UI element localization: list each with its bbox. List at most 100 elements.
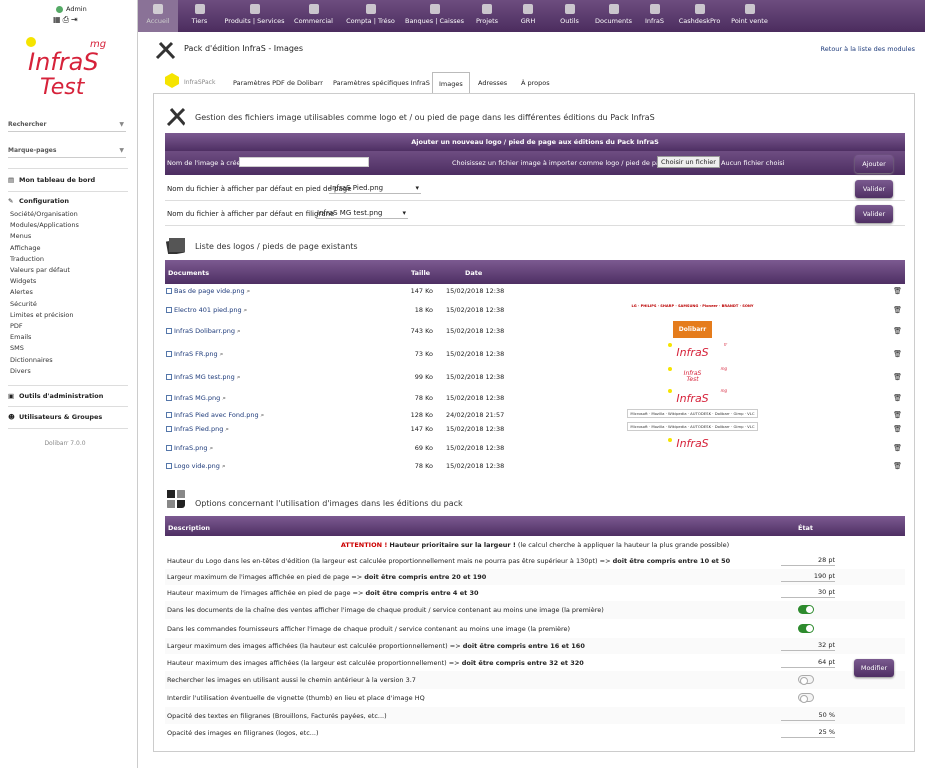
sidebar-item-config[interactable]: Sécurité	[10, 299, 79, 310]
tab-about[interactable]: À propos	[521, 72, 550, 94]
toggle-off-icon[interactable]	[798, 675, 814, 685]
tab-images[interactable]: Images	[432, 72, 470, 94]
search-select[interactable]: Rechercher ▼	[8, 118, 126, 132]
file-name-link[interactable]: InfraS MG.png ⌕	[166, 394, 226, 403]
back-to-modules-link[interactable]: Retour à la liste des modules	[821, 45, 915, 53]
file-name-link[interactable]: InfraS Dolibarr.png ⌕	[166, 327, 241, 336]
bookmarks-select[interactable]: Marque-pages ▼	[8, 144, 126, 158]
option-value-input[interactable]: 28 pt	[781, 556, 835, 566]
sidebar-item-config[interactable]: Widgets	[10, 276, 79, 287]
sidebar-item-admin-tools[interactable]: ▣ Outils d'administration	[8, 392, 103, 400]
preview-test-text: Test	[686, 376, 699, 383]
sidebar-item-config[interactable]: Menus	[10, 231, 79, 242]
option-value-input[interactable]: 50 %	[781, 711, 835, 721]
modify-button[interactable]: Modifier	[854, 659, 894, 677]
trash-icon[interactable]: 🗑	[893, 350, 902, 358]
footer-default-select[interactable]: InfraS Pied.png ▾	[329, 183, 421, 194]
trash-icon[interactable]: 🗑	[893, 394, 902, 402]
zoom-icon[interactable]: ⌕	[220, 462, 226, 470]
validate-footer-button[interactable]: Valider	[855, 180, 893, 198]
sidebar-item-config[interactable]: Limites et précision	[10, 310, 79, 321]
option-value-input[interactable]: 30 pt	[781, 588, 835, 598]
file-name-link[interactable]: InfraS FR.png ⌕	[166, 350, 223, 359]
watermark-default-select[interactable]: InfraS MG test.png ▾	[316, 208, 408, 219]
tab-addresses[interactable]: Adresses	[478, 72, 507, 94]
zoom-icon[interactable]: ⌕	[245, 287, 251, 295]
sidebar-item-users-groups[interactable]: ☻ Utilisateurs & Groupes	[8, 413, 102, 421]
tab-pdf-dolibarr[interactable]: Paramètres PDF de Dolibarr	[233, 72, 323, 94]
user-info[interactable]: Admin	[56, 5, 87, 13]
file-name-link[interactable]: InfraS Pied.png ⌕	[166, 425, 229, 434]
validate-watermark-button[interactable]: Valider	[855, 205, 893, 223]
sidebar-item-config[interactable]: Dictionnaires	[10, 355, 79, 366]
zoom-icon[interactable]: ⌕	[208, 444, 214, 452]
zoom-icon[interactable]: ⌕	[259, 411, 265, 419]
topnav-compta-tr-so[interactable]: Compta | Tréso	[339, 0, 402, 32]
sidebar-item-config[interactable]: Société/Organisation	[10, 209, 79, 220]
print-icon[interactable]: ⎙	[63, 15, 71, 24]
option-row: Rechercher les images en utilisant aussi…	[165, 671, 905, 689]
topnav-grh[interactable]: GRH	[507, 0, 549, 32]
image-file-icon	[166, 426, 172, 432]
trash-icon[interactable]: 🗑	[893, 373, 902, 381]
sidebar-item-config[interactable]: Affichage	[10, 243, 79, 254]
topnav-documents[interactable]: Documents	[590, 0, 637, 32]
file-name-link[interactable]: Logo vide.png ⌕	[166, 462, 226, 471]
trash-icon[interactable]: 🗑	[893, 462, 902, 470]
calculator-icon[interactable]: ▦	[53, 15, 63, 24]
zoom-icon[interactable]: ⌕	[218, 350, 224, 358]
file-name-link[interactable]: InfraS MG test.png ⌕	[166, 373, 241, 382]
add-button[interactable]: Ajouter	[855, 155, 893, 173]
file-name-link[interactable]: InfraS Pied avec Fond.png ⌕	[166, 411, 264, 420]
logout-icon[interactable]: ⇥	[71, 15, 80, 24]
sidebar-item-config[interactable]: Emails	[10, 332, 79, 343]
option-value-input[interactable]: 190 pt	[781, 572, 835, 582]
topnav-outils[interactable]: Outils	[549, 0, 590, 32]
sidebar-item-config[interactable]: SMS	[10, 343, 79, 354]
trash-icon[interactable]: 🗑	[893, 425, 902, 433]
file-name-link[interactable]: Bas de page vide.png ⌕	[166, 287, 250, 296]
file-name-link[interactable]: InfraS.png ⌕	[166, 444, 213, 453]
company-logo[interactable]: mg InfraS Test	[22, 34, 122, 98]
image-name-input[interactable]	[239, 157, 369, 167]
topnav-commercial[interactable]: Commercial	[288, 0, 339, 32]
sidebar-item-dashboard[interactable]: ▤ Mon tableau de bord	[8, 176, 95, 184]
topnav-infras[interactable]: InfraS	[637, 0, 672, 32]
topnav-banques-caisses[interactable]: Banques | Caisses	[402, 0, 467, 32]
option-value-input[interactable]: 64 pt	[781, 658, 835, 668]
sidebar-item-config[interactable]: Valeurs par défaut	[10, 265, 79, 276]
topnav-tiers[interactable]: Tiers	[178, 0, 221, 32]
trash-icon[interactable]: 🗑	[893, 306, 902, 314]
sidebar-item-configuration[interactable]: ✎ Configuration	[8, 197, 69, 205]
file-name-link[interactable]: Electro 401 pied.png ⌕	[166, 306, 247, 315]
toggle-off-icon[interactable]	[798, 693, 814, 703]
topnav-point-vente[interactable]: Point vente	[727, 0, 772, 32]
sidebar-item-config[interactable]: Modules/Applications	[10, 220, 79, 231]
topnav-produits-services[interactable]: Produits | Services	[221, 0, 288, 32]
zoom-icon[interactable]: ⌕	[235, 327, 241, 335]
tab-infras-params[interactable]: Paramètres spécifiques InfraS	[333, 72, 430, 94]
toggle-on-icon[interactable]	[798, 605, 814, 614]
sidebar-item-config[interactable]: Traduction	[10, 254, 79, 265]
zoom-icon[interactable]: ⌕	[223, 425, 229, 433]
trash-icon[interactable]: 🗑	[893, 411, 902, 419]
trash-icon[interactable]: 🗑	[893, 327, 902, 335]
toggle-on-icon[interactable]	[798, 623, 814, 633]
tab-infraspack[interactable]: InfraSPack	[184, 72, 215, 94]
zoom-icon[interactable]: ⌕	[235, 373, 241, 381]
trash-icon[interactable]: 🗑	[893, 287, 902, 295]
topnav-accueil[interactable]: Accueil	[138, 0, 178, 32]
zoom-icon[interactable]: ⌕	[220, 394, 226, 402]
topnav-label: InfraS	[644, 17, 665, 25]
sidebar-item-config[interactable]: Alertes	[10, 287, 79, 298]
topnav-cashdeskpro[interactable]: CashdeskPro	[672, 0, 727, 32]
sidebar-item-config[interactable]: Divers	[10, 366, 79, 377]
option-value-input[interactable]: 25 %	[781, 728, 835, 738]
choose-file-button[interactable]: Choisir un fichier	[657, 156, 720, 168]
option-value-input[interactable]: 32 pt	[781, 641, 835, 651]
trash-icon[interactable]: 🗑	[893, 444, 902, 452]
topnav-projets[interactable]: Projets	[467, 0, 507, 32]
image-file-icon	[166, 328, 172, 334]
sidebar-item-config[interactable]: PDF	[10, 321, 79, 332]
zoom-icon[interactable]: ⌕	[242, 306, 248, 314]
